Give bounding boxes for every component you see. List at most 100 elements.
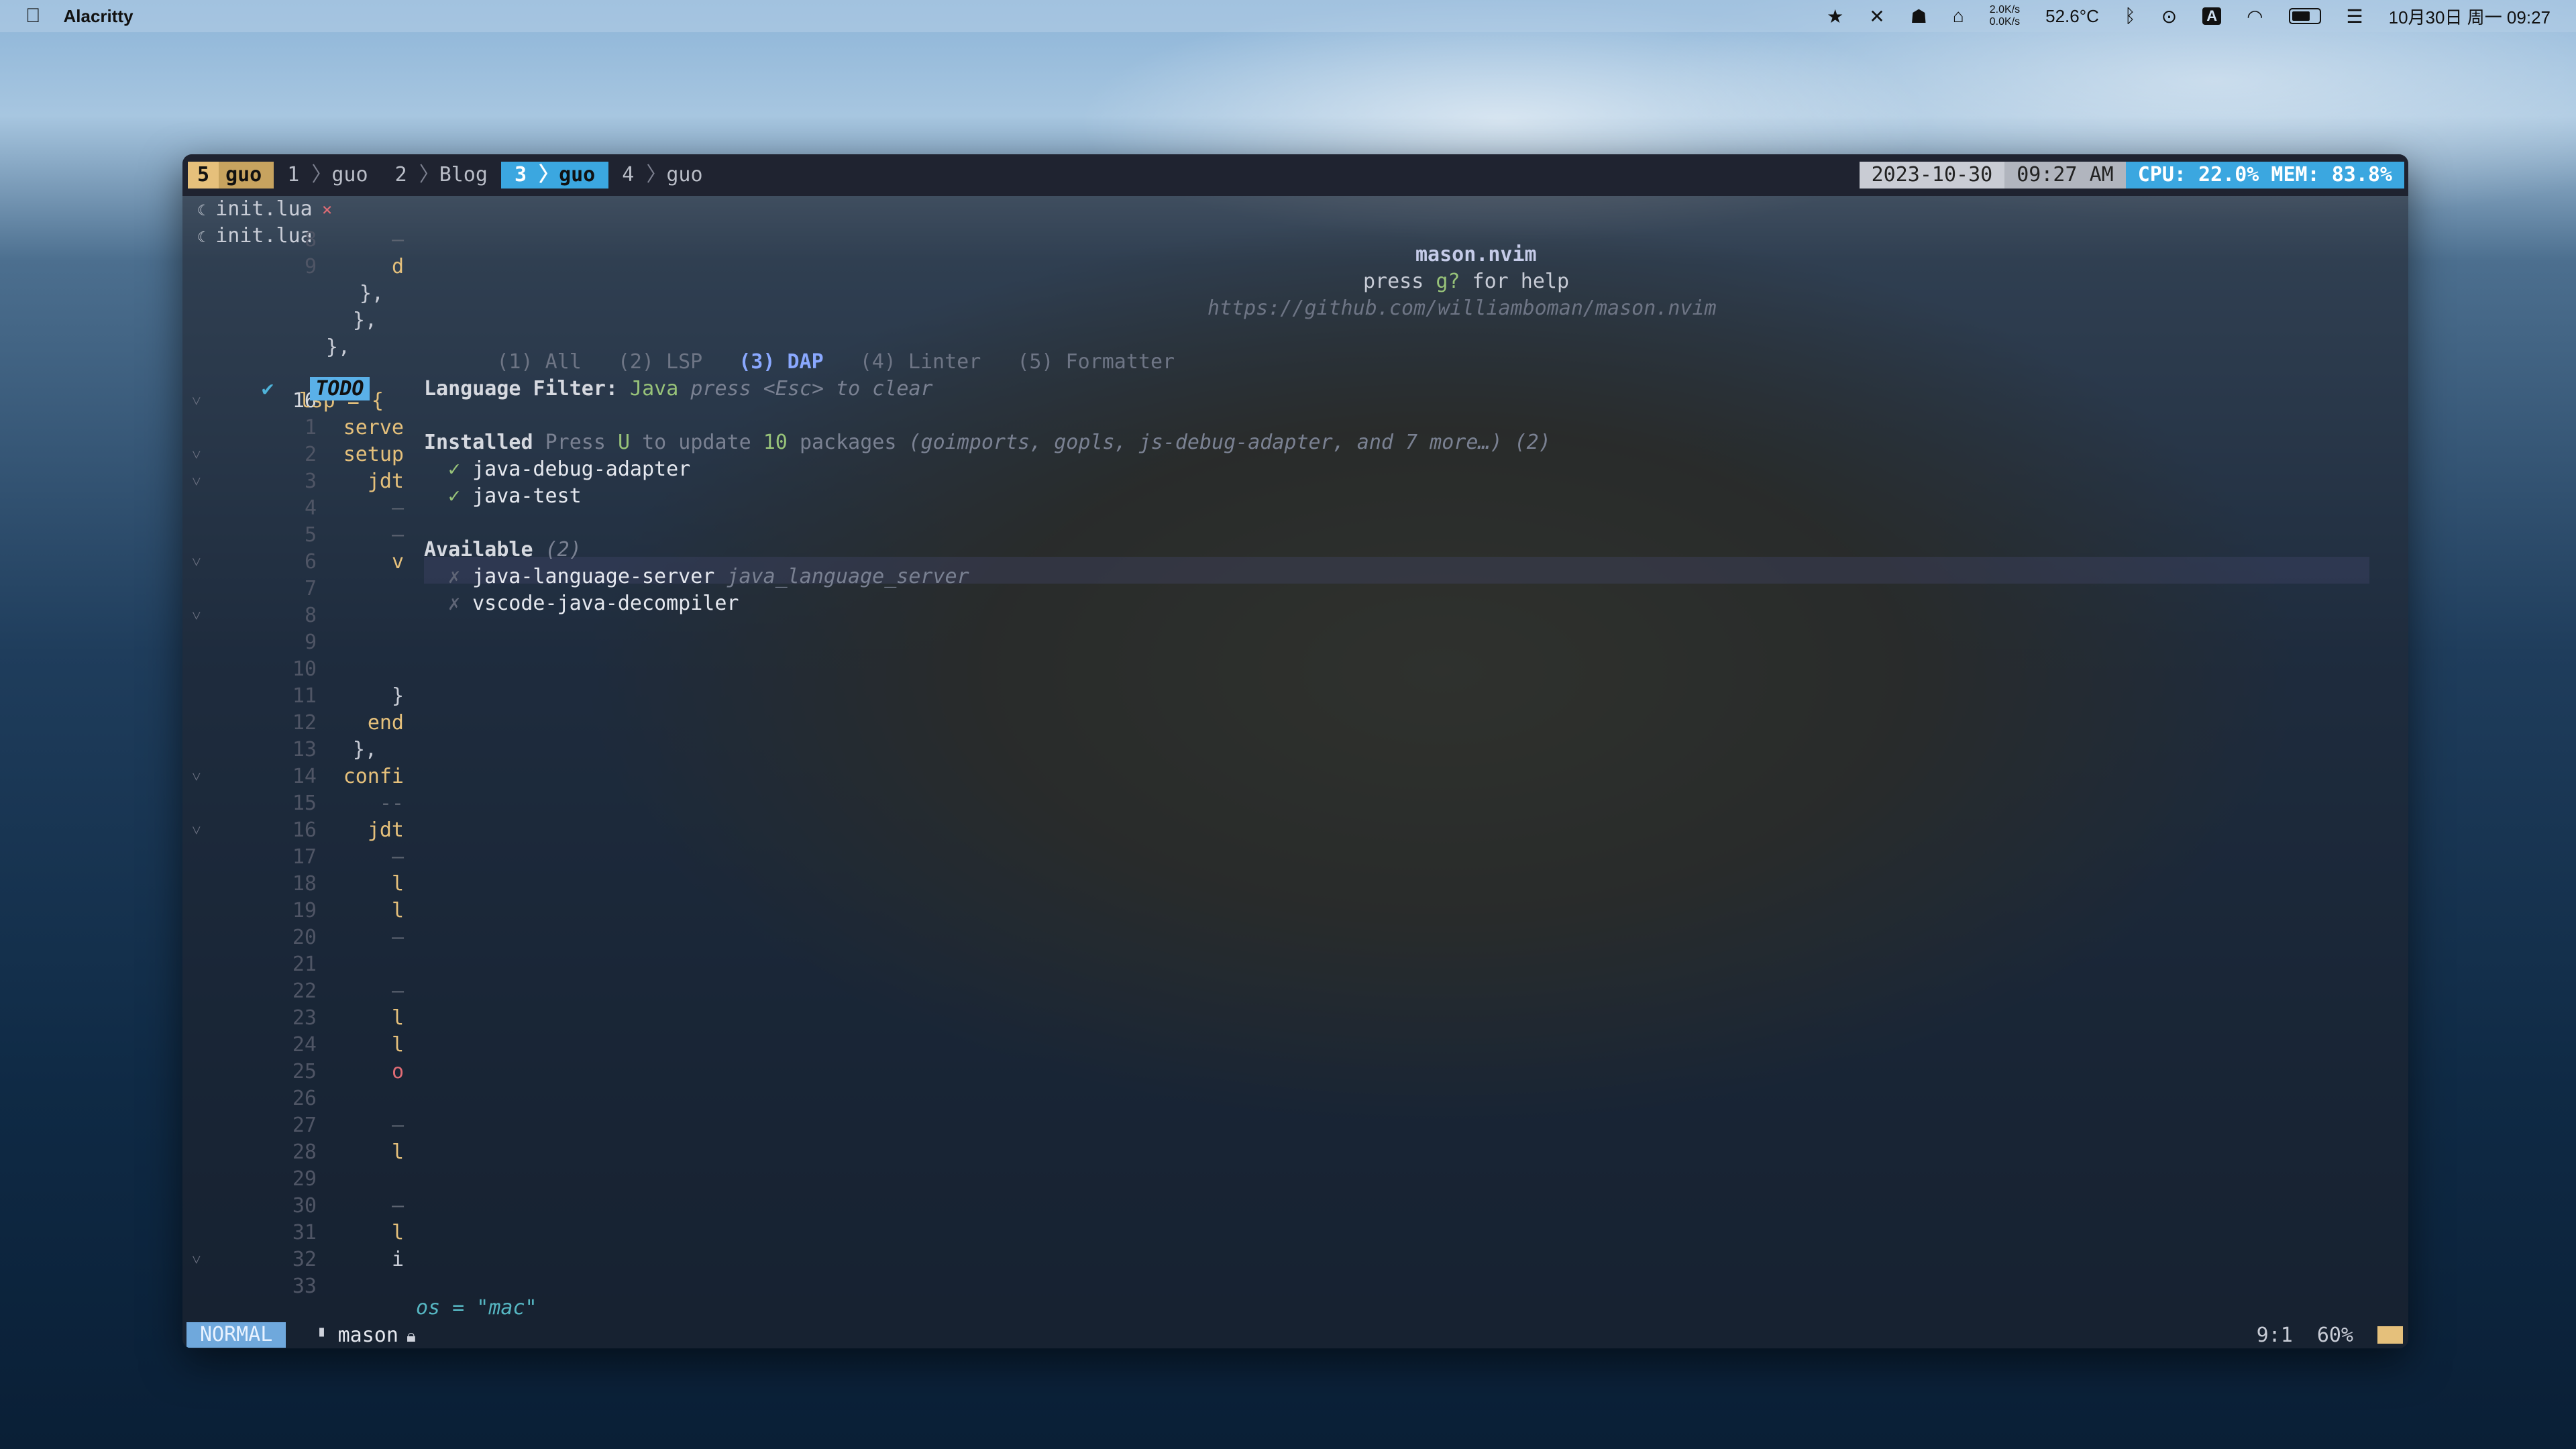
code-fragment: –	[391, 1194, 404, 1218]
battery-icon[interactable]	[2288, 8, 2321, 24]
file-icon: ▘	[319, 1328, 329, 1346]
star-icon[interactable]: ★	[1827, 5, 1843, 28]
code-fragment: },	[352, 738, 377, 761]
play-circle-icon[interactable]: ⊙	[2161, 5, 2177, 28]
gutter-line: 25 o	[182, 1059, 424, 1085]
window-number: 1	[287, 163, 300, 186]
code-fragment: d	[391, 255, 404, 278]
network-monitor-icon[interactable]: ⌂	[1953, 5, 1964, 27]
tmux-window-4[interactable]: 4 〉guo	[608, 162, 716, 189]
code-fragment: l	[391, 1033, 404, 1057]
bluetooth-icon[interactable]: ᛒ	[2125, 5, 2136, 27]
line-number: 7	[304, 577, 317, 600]
code-fragment: serve	[343, 416, 404, 439]
gutter-line: 26	[182, 1085, 424, 1112]
help-key: g?	[1436, 270, 1460, 293]
help-prefix: press	[1363, 270, 1436, 293]
gutter-line: 21	[182, 951, 424, 978]
menubar-clock[interactable]: 10月30日 周一 09:27	[2389, 4, 2551, 29]
gutter-line: ˅ 32 i	[182, 1246, 424, 1273]
window-number: 2	[394, 163, 407, 186]
control-center-icon[interactable]: ☰	[2347, 5, 2363, 28]
todo-marker: ✔ TODO	[262, 376, 370, 402]
not-installed-icon: ✗	[448, 592, 461, 615]
code-fragment: –	[391, 496, 404, 520]
tab-all[interactable]: (1) All	[496, 350, 581, 374]
code-fragment: setup	[343, 443, 404, 466]
code-fragment: },	[325, 335, 350, 359]
window-name: guo	[559, 163, 596, 186]
code-fragment: l	[391, 1140, 404, 1164]
available-label: Available	[424, 538, 533, 561]
update-text: packages	[799, 431, 897, 454]
tab-linter[interactable]: (4) Linter	[860, 350, 981, 374]
tmux-sysinfo: CPU: 22.0% MEM: 83.8%	[2125, 162, 2404, 189]
menubar:  Alacritty ★ ✕ ☗ ⌂ 2.0K/s 0.0K/s 52.6°C…	[0, 0, 2576, 32]
qq-penguin-icon[interactable]: ☗	[1911, 5, 1927, 28]
fold-chevron-icon[interactable]: ˅	[192, 602, 201, 629]
input-method-icon[interactable]: A	[2202, 7, 2222, 25]
package-name: java-test	[472, 484, 582, 508]
app-name-menu[interactable]: Alacritty	[64, 6, 133, 27]
line-number: 33	[292, 1275, 317, 1298]
mason-url-link[interactable]: https://github.com/williamboman/mason.nv…	[1208, 295, 1717, 322]
code-fragment: },	[352, 309, 377, 332]
package-name: vscode-java-decompiler	[472, 592, 739, 615]
update-key: U	[618, 431, 631, 454]
gutter-line: ˅ 6 v	[182, 549, 424, 576]
gutter-line: 29	[182, 1166, 424, 1193]
gutter-line: 33	[182, 1273, 424, 1300]
tab-dap[interactable]: (3) DAP	[739, 350, 823, 374]
tmux-time: 09:27 AM	[2004, 162, 2126, 189]
gutter-line: },	[182, 334, 424, 361]
gutter-line: },	[182, 307, 424, 334]
gutter-line: 12 end	[182, 710, 424, 737]
language-filter: Language Filter: Java press <Esc> to cle…	[424, 376, 933, 402]
available-package[interactable]: ✗ java-language-server java_language_ser…	[448, 564, 969, 590]
tmux-date: 2023-10-30	[1859, 162, 2005, 189]
window-name: Blog	[439, 163, 488, 186]
line-number: 21	[292, 953, 317, 976]
gutter-line: 9	[182, 629, 424, 656]
code-fragment: l	[391, 872, 404, 896]
code-fragment: --	[379, 792, 404, 815]
tmux-window-3-active[interactable]: 3 〉guo	[500, 162, 609, 189]
code-fragment: confi	[343, 765, 404, 788]
buffer-tab-active[interactable]: ☾ init.lua ×	[197, 196, 332, 223]
not-installed-icon: ✗	[448, 565, 461, 588]
installed-check-icon: ✓	[448, 484, 461, 508]
code-fragment: i	[391, 1248, 404, 1271]
installed-package[interactable]: ✓ java-debug-adapter	[448, 456, 690, 483]
tmux-status-bar: 5 guo 1 〉guo 2 〉Blog 3 〉guo 4 〉guo 2023-1…	[182, 154, 2408, 196]
code-fragment: –	[391, 845, 404, 869]
mason-title: mason.nvim	[1415, 243, 1537, 266]
code-fragment: }	[391, 684, 404, 708]
tools-icon[interactable]: ✕	[1869, 5, 1884, 28]
wifi-icon[interactable]: ◠	[2247, 5, 2263, 28]
gutter-line: 4–	[182, 495, 424, 522]
apple-menu-icon[interactable]: 	[25, 5, 41, 28]
available-package[interactable]: ✗ vscode-java-decompiler	[448, 590, 739, 617]
tmux-window-1[interactable]: 1 〉guo	[274, 162, 381, 189]
installed-header: Installed Press U to update 10 packages …	[424, 429, 1551, 456]
installed-package[interactable]: ✓ java-test	[448, 483, 582, 510]
gutter-line: 22–	[182, 978, 424, 1005]
nvim-statusline: NORMAL ▘ mason 🔒︎ 9:1 60%	[182, 1322, 2408, 1348]
gutter-line: 18 l	[182, 871, 424, 898]
tab-lsp[interactable]: (2) LSP	[618, 350, 702, 374]
available-header: Available (2)	[424, 537, 582, 564]
code-fragment: jdt	[367, 818, 404, 842]
temperature-readout[interactable]: 52.6°C	[2045, 6, 2099, 27]
code-fragment: },	[359, 282, 384, 305]
alacritty-window[interactable]: 5 guo 1 〉guo 2 〉Blog 3 〉guo 4 〉guo 2023-1…	[182, 154, 2408, 1348]
tab-formatter[interactable]: (5) Formatter	[1017, 350, 1175, 374]
line-number: 9	[304, 631, 317, 654]
network-speed[interactable]: 2.0K/s 0.0K/s	[1990, 4, 2020, 28]
package-name: java-debug-adapter	[472, 458, 691, 481]
gutter-line: 17–	[182, 844, 424, 871]
update-text: to update	[642, 431, 751, 454]
gutter-line: 8–	[182, 227, 424, 254]
code-fragment: o	[391, 1060, 404, 1083]
buffer-close-icon[interactable]: ×	[322, 200, 333, 220]
tmux-window-2[interactable]: 2 〉Blog	[382, 162, 501, 189]
